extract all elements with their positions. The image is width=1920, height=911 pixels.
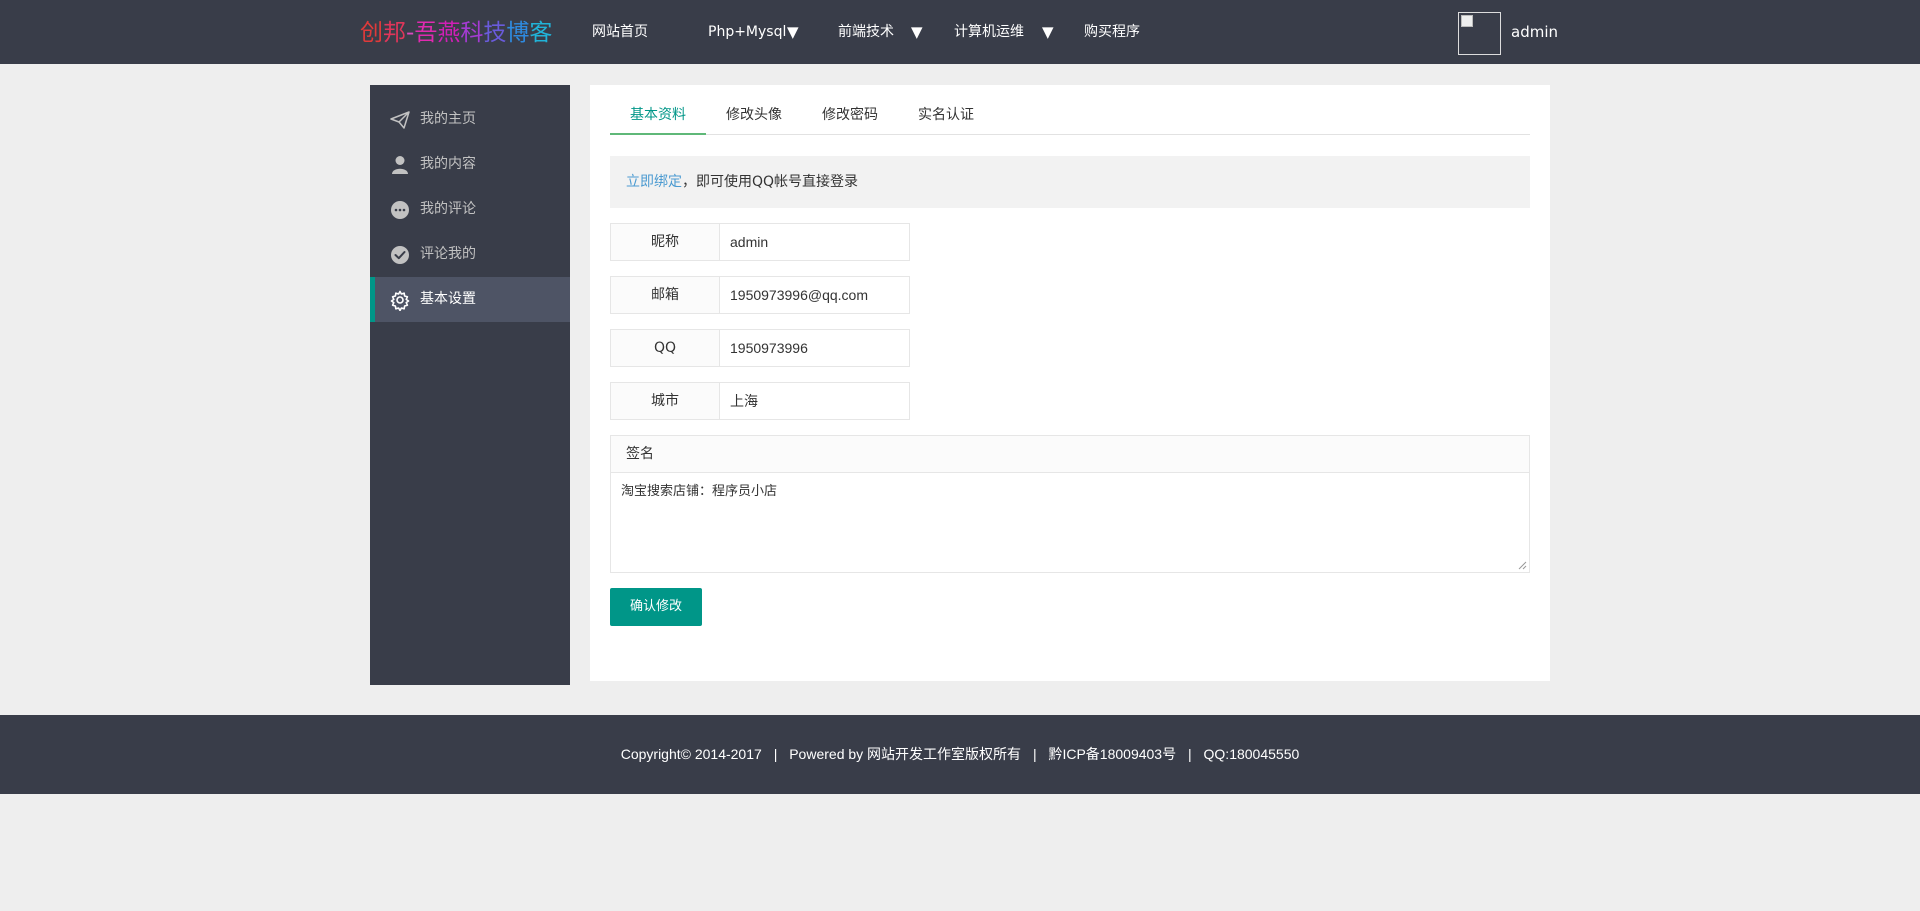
nav-item-label: 前端技术: [838, 24, 894, 40]
nav-item-buy[interactable]: 购买程序: [1084, 0, 1140, 64]
chevron-down-icon: ▼: [911, 23, 923, 41]
site-footer: Copyright© 2014-2017 | Powered by 网站开发工作…: [0, 715, 1920, 794]
sidebar-item-comments[interactable]: 我的评论: [370, 187, 570, 232]
sidebar: 我的主页 我的内容 我的评论 评论我的 基本设置: [370, 85, 570, 685]
logo-char: -: [406, 20, 415, 46]
sidebar-item-label: 评论我的: [420, 246, 476, 262]
logo-char: 吾: [414, 20, 438, 46]
resize-grip-icon[interactable]: [1518, 561, 1527, 570]
nav-item-home[interactable]: 网站首页: [592, 0, 648, 64]
avatar[interactable]: [1458, 12, 1501, 55]
sidebar-item-label: 我的评论: [420, 201, 476, 217]
nav-item-label: Php+Mysql: [708, 24, 787, 40]
footer-separator: |: [1032, 746, 1037, 762]
qq-row: QQ 1950973996: [610, 329, 910, 367]
chevron-down-icon: ▼: [787, 23, 799, 41]
sidebar-item-home[interactable]: 我的主页: [370, 97, 570, 142]
logo-char: 创: [360, 20, 383, 46]
chevron-down-icon: ▼: [1042, 23, 1054, 41]
nickname-label: 昵称: [610, 223, 720, 261]
email-label: 邮箱: [610, 276, 720, 314]
city-row: 城市 上海: [610, 382, 910, 420]
gear-icon: [390, 290, 410, 311]
nav-item-php-mysql[interactable]: Php+Mysql ▼: [708, 0, 808, 64]
tab-basic-info[interactable]: 基本资料: [610, 85, 706, 135]
signature-textarea[interactable]: 淘宝搜索店铺：程序员小店: [610, 472, 1530, 573]
logo-char: 科: [460, 20, 484, 46]
signature-text: 淘宝搜索店铺：程序员小店: [621, 484, 778, 499]
nav-item-label: 购买程序: [1084, 24, 1140, 40]
city-field[interactable]: 上海: [719, 382, 910, 420]
qq-label: QQ: [610, 329, 720, 367]
sidebar-item-label: 我的主页: [420, 111, 476, 127]
nav-item-label: 网站首页: [592, 24, 648, 40]
broken-image-icon: [1461, 15, 1473, 27]
bind-now-link[interactable]: 立即绑定: [626, 174, 682, 190]
notice-text: ，即可使用QQ帐号直接登录: [682, 174, 859, 190]
chat-bubble-icon: [391, 201, 409, 219]
footer-copyright: Copyright© 2014-2017: [620, 746, 762, 762]
footer-separator: |: [1188, 746, 1192, 762]
top-header: 创邦-吾燕科技博客 网站首页 Php+Mysql ▼ 前端技术 ▼ 计算机运维 …: [0, 0, 1920, 64]
tab-real-name[interactable]: 实名认证: [898, 85, 994, 135]
nickname-row: 昵称 admin: [610, 223, 910, 261]
sidebar-item-settings[interactable]: 基本设置: [370, 277, 570, 322]
footer-qq: QQ:180045550: [1203, 746, 1300, 762]
user-icon: [392, 156, 408, 174]
footer-icp[interactable]: 黔ICP备18009403号: [1048, 746, 1176, 762]
signature-block: 签名 淘宝搜索店铺：程序员小店: [610, 435, 1530, 573]
footer-powered[interactable]: Powered by 网站开发工作室版权所有: [789, 746, 1021, 762]
confirm-button[interactable]: 确认修改: [610, 588, 702, 626]
logo-char: 燕: [437, 20, 461, 46]
qq-field[interactable]: 1950973996: [719, 329, 910, 367]
logo-char: 博: [506, 20, 530, 46]
tab-change-avatar[interactable]: 修改头像: [706, 85, 802, 135]
paper-plane-icon: [390, 111, 410, 129]
username[interactable]: admin: [1511, 12, 1558, 52]
nickname-field[interactable]: admin: [719, 223, 910, 261]
city-label: 城市: [610, 382, 720, 420]
qq-bind-notice: 立即绑定，即可使用QQ帐号直接登录: [610, 156, 1530, 208]
nav-item-ops[interactable]: 计算机运维 ▼: [954, 0, 1064, 64]
sidebar-item-comments-on-me[interactable]: 评论我的: [370, 232, 570, 277]
signature-label: 签名: [610, 435, 1530, 473]
sidebar-item-label: 基本设置: [420, 291, 476, 307]
site-logo[interactable]: 创邦-吾燕科技博客: [360, 18, 552, 48]
logo-char: 客: [529, 20, 553, 46]
logo-char: 邦: [383, 20, 406, 46]
tab-change-password[interactable]: 修改密码: [802, 85, 898, 135]
sidebar-item-content[interactable]: 我的内容: [370, 142, 570, 187]
sidebar-item-label: 我的内容: [420, 156, 476, 172]
tab-bar: 基本资料 修改头像 修改密码 实名认证: [610, 85, 1530, 135]
footer-separator: |: [773, 746, 778, 762]
settings-panel: 基本资料 修改头像 修改密码 实名认证 立即绑定，即可使用QQ帐号直接登录 昵称…: [590, 85, 1550, 681]
nav-item-frontend[interactable]: 前端技术 ▼: [838, 0, 928, 64]
logo-char: 技: [483, 20, 507, 46]
check-circle-icon: [391, 246, 409, 264]
email-row: 邮箱 1950973996@qq.com: [610, 276, 910, 314]
nav-item-label: 计算机运维: [954, 24, 1024, 40]
email-field[interactable]: 1950973996@qq.com: [719, 276, 910, 314]
